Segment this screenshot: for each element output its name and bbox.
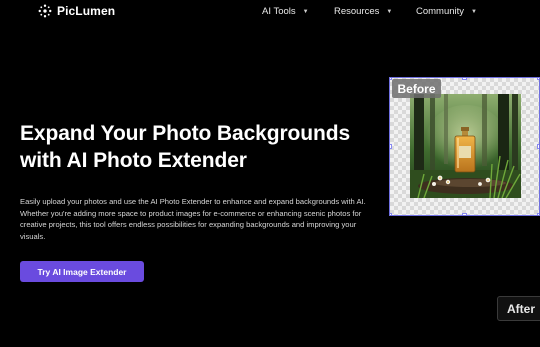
page-title: Expand Your Photo Backgrounds with AI Ph…: [20, 120, 380, 174]
try-ai-image-extender-button[interactable]: Try AI Image Extender: [20, 261, 144, 282]
nav-ai-tools[interactable]: AI Tools ▼: [262, 6, 309, 17]
resize-handle-top-center[interactable]: [462, 78, 467, 80]
nav-label: Community: [416, 6, 465, 17]
piclumen-logo-icon: [38, 4, 52, 18]
site-header: PicLumen AI Tools ▼ Resources ▼ Communit…: [0, 0, 540, 26]
nav-resources[interactable]: Resources ▼: [334, 6, 392, 17]
resize-handle-bottom-center[interactable]: [462, 213, 467, 215]
hero-description: Easily upload your photos and use the AI…: [20, 197, 366, 241]
resize-handle-bottom-left[interactable]: [390, 213, 392, 215]
resize-handle-middle-left[interactable]: [390, 144, 392, 149]
perfume-bottle-forest-photo: [410, 94, 521, 198]
chevron-down-icon: ▼: [386, 8, 393, 15]
nav-label: Resources: [334, 6, 380, 17]
title-line-2: with AI Photo Extender: [20, 149, 247, 172]
before-label: Before: [392, 79, 441, 98]
brand-logo[interactable]: PicLumen: [38, 4, 115, 18]
chevron-down-icon: ▼: [471, 8, 477, 15]
nav-label: AI Tools: [262, 6, 296, 17]
chevron-down-icon: ▼: [302, 8, 309, 15]
nav-community[interactable]: Community ▼: [416, 6, 477, 17]
title-line-1: Expand Your Photo Backgrounds: [20, 122, 351, 145]
brand-name: PicLumen: [57, 4, 116, 18]
after-label: After: [497, 296, 540, 321]
